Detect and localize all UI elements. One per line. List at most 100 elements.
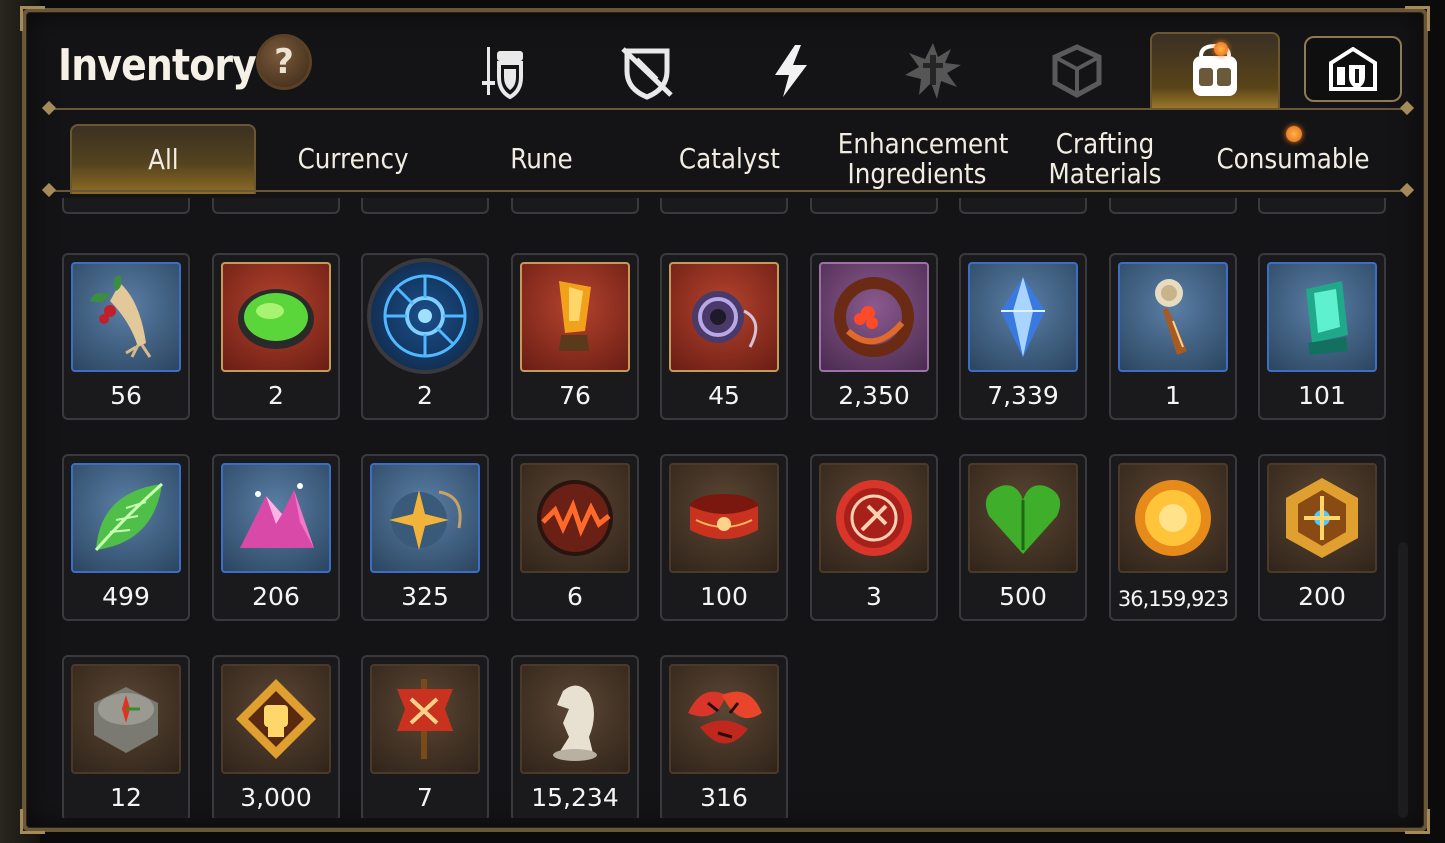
tab-label: All (147, 143, 179, 176)
item-quantity: 56 (110, 381, 142, 410)
tab-label: Enhancement Ingredients (837, 127, 1009, 190)
item-icon-frame (370, 664, 480, 774)
item-icon-frame (669, 664, 779, 774)
inventory-slot-partial[interactable] (1109, 198, 1237, 214)
inventory-slot[interactable]: 76 (511, 253, 639, 420)
scrollbar[interactable] (1398, 542, 1408, 818)
tab-all[interactable]: All (70, 124, 256, 194)
header-divider (50, 108, 1406, 110)
item-quantity: 200 (1298, 582, 1346, 611)
inventory-slot-partial[interactable] (959, 198, 1087, 214)
item-icon-frame (71, 463, 181, 573)
tab-rune[interactable]: Rune (448, 124, 634, 194)
item-icon-frame (669, 262, 779, 372)
inventory-slot-partial[interactable] (361, 198, 489, 214)
category-tabs: All Currency Rune Catalyst Enhancement I… (66, 124, 1406, 194)
tab-enhancement-ingredients[interactable]: Enhancement Ingredients (824, 124, 1010, 194)
tab-skills[interactable] (726, 32, 856, 110)
tab-catalyst[interactable]: Catalyst (636, 124, 822, 194)
red-leaves-icon (688, 691, 762, 744)
blue-crystal-icon (1001, 277, 1045, 357)
inventory-slot[interactable]: 101 (1258, 253, 1386, 420)
inventory-slot[interactable]: 200 (1258, 454, 1386, 621)
inventory-slot[interactable]: 499 (62, 454, 190, 621)
item-icon-frame (1267, 463, 1377, 573)
tab-armor[interactable] (582, 32, 712, 110)
inventory-slot[interactable]: 500 (959, 454, 1087, 621)
item-quantity: 7 (417, 783, 433, 812)
item-icon-frame (221, 262, 331, 372)
item-quantity: 45 (708, 381, 740, 410)
inventory-slot[interactable]: 2 (212, 253, 340, 420)
inventory-slot[interactable]: 7,339 (959, 253, 1087, 420)
pink-ore-icon (240, 483, 314, 548)
tab-currency[interactable]: Currency (260, 124, 446, 194)
tab-label: Currency (297, 142, 409, 175)
inventory-slot[interactable]: 6 (511, 454, 639, 621)
inventory-slot-partial[interactable] (212, 198, 340, 214)
inventory-slot[interactable]: 15,234 (511, 655, 639, 818)
tab-label: Consumable (1216, 142, 1370, 175)
item-quantity: 12 (110, 783, 142, 812)
inventory-slot-partial[interactable] (1258, 198, 1386, 214)
inventory-slot-partial[interactable] (660, 198, 788, 214)
amber-crystal-icon (559, 281, 591, 351)
inventory-panel: Inventory ? All Currency Rune Catalyst E… (20, 6, 1430, 834)
item-quantity: 206 (252, 582, 300, 611)
fist-badge-icon (236, 679, 316, 759)
pendant-ring-icon (692, 291, 758, 348)
inventory-slot[interactable]: 2,350 (810, 253, 938, 420)
tab-crafting-materials[interactable]: Crafting Materials (1012, 124, 1198, 194)
ginseng-root-icon (90, 275, 152, 358)
burst-sword-icon (905, 43, 961, 99)
inventory-slot[interactable]: 206 (212, 454, 340, 621)
item-icon-frame (71, 262, 181, 372)
frame-corner (1405, 6, 1430, 31)
inventory-slot[interactable]: 325 (361, 454, 489, 621)
item-icon-frame (1118, 262, 1228, 372)
chess-knight-icon (553, 685, 597, 761)
tab-crafting[interactable] (1012, 32, 1142, 110)
inventory-slot[interactable]: 7 (361, 655, 489, 818)
tab-label: Catalyst (678, 142, 780, 175)
tab-label: Rune (509, 142, 573, 175)
notification-dot (1214, 42, 1228, 56)
item-quantity: 15,234 (531, 783, 619, 812)
inventory-slot[interactable]: 12 (62, 655, 190, 818)
inventory-slot[interactable]: 3 (810, 454, 938, 621)
item-quantity: 3 (866, 582, 882, 611)
red-flower-ring-icon (834, 277, 914, 357)
inventory-slot[interactable]: 100 (660, 454, 788, 621)
tabs-divider (50, 190, 1406, 192)
tab-equipment[interactable] (438, 32, 568, 110)
inventory-slot-partial[interactable] (511, 198, 639, 214)
item-quantity: 316 (700, 783, 748, 812)
blue-rune-disc-icon (383, 274, 467, 358)
inventory-slot[interactable]: 3,000 (212, 655, 340, 818)
item-icon-frame (520, 262, 630, 372)
help-button[interactable]: ? (256, 34, 312, 90)
item-quantity: 500 (999, 582, 1047, 611)
inventory-slot[interactable]: 45 (660, 253, 788, 420)
red-seal-icon (836, 480, 912, 556)
tab-combat[interactable] (868, 32, 998, 110)
inventory-slot-partial[interactable] (810, 198, 938, 214)
inventory-slot[interactable]: 36,159,923 (1109, 454, 1237, 621)
tab-label: Crafting Materials (1048, 127, 1162, 190)
inventory-slot[interactable]: 56 (62, 253, 190, 420)
inventory-slot[interactable]: 2 (361, 253, 489, 420)
inventory-slot[interactable]: 1 (1109, 253, 1237, 420)
star-amulet-icon (389, 490, 462, 550)
item-icon-frame (669, 463, 779, 573)
item-icon-frame (520, 664, 630, 774)
inventory-slot[interactable]: 316 (660, 655, 788, 818)
item-quantity: 6 (567, 582, 583, 611)
item-quantity: 36,159,923 (1117, 587, 1229, 611)
green-gem-icon (238, 289, 314, 349)
inventory-slot-partial[interactable] (62, 198, 190, 214)
tab-inventory[interactable] (1150, 32, 1280, 110)
shield-crossed-icon (621, 47, 673, 100)
guild-button[interactable] (1304, 36, 1402, 102)
item-icon-frame (1267, 262, 1377, 372)
item-quantity: 325 (401, 582, 449, 611)
